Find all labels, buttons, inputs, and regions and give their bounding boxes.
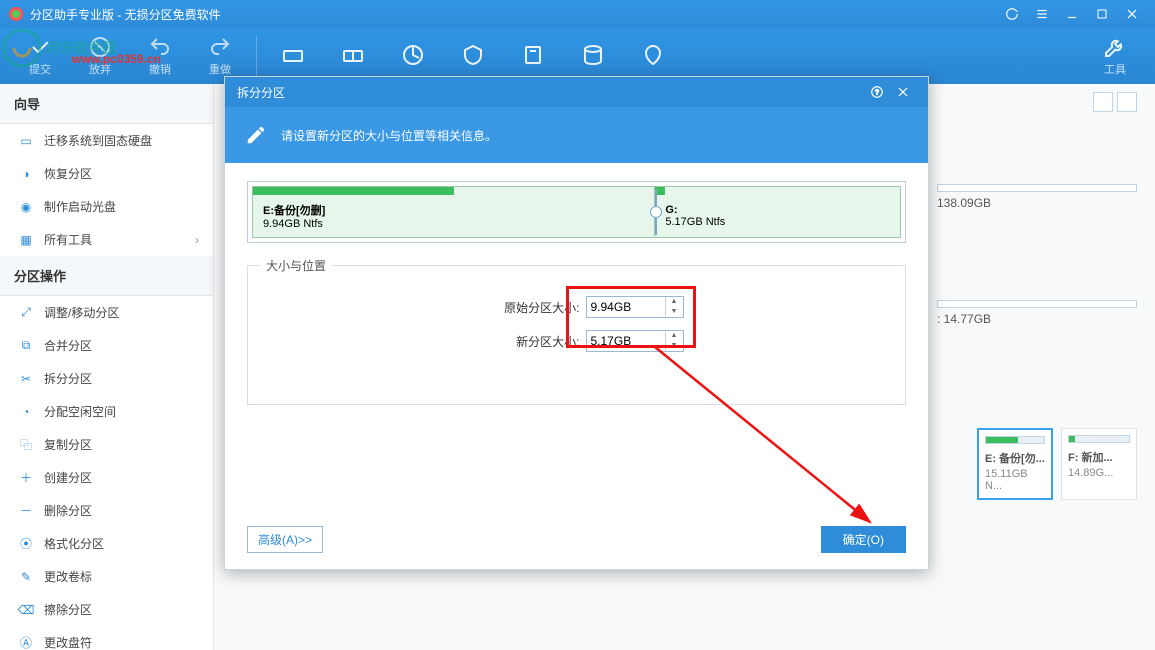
size-position-fieldset: 大小与位置 原始分区大小: ▲▼ 新分区大小: ▲▼	[247, 265, 906, 405]
new-size-input[interactable]: ▲▼	[586, 330, 684, 352]
chevron-right-icon: ›	[195, 233, 199, 247]
dialog-title: 拆分分区	[237, 84, 285, 101]
disc-icon: ◉	[18, 199, 34, 215]
svg-text:?: ?	[875, 89, 879, 96]
tool-3[interactable]	[385, 43, 441, 69]
close-icon[interactable]	[1117, 4, 1147, 24]
allocate-icon: ◔	[18, 404, 34, 420]
spin-up-icon[interactable]: ▲	[666, 297, 683, 307]
dialog-hint: 请设置新分区的大小与位置等相关信息。	[225, 107, 928, 163]
copy-icon: ⿻	[18, 437, 34, 453]
tool-tools[interactable]: 工具	[1087, 35, 1143, 77]
sidebar-item-recover[interactable]: ◑恢复分区	[0, 157, 213, 190]
ssd-icon: ▭	[18, 133, 34, 149]
sidebar-item-migrate[interactable]: ▭迁移系统到固态硬盘	[0, 124, 213, 157]
fieldset-legend: 大小与位置	[260, 257, 332, 274]
app-title: 分区助手专业版 - 无损分区免费软件	[30, 6, 997, 23]
merge-icon: ⧉	[18, 338, 34, 354]
tool-4[interactable]	[445, 43, 501, 69]
sidebar-item-merge[interactable]: ⧉合并分区	[0, 329, 213, 362]
preview-segment-original: E:备份[勿删] 9.94GB Ntfs	[252, 186, 654, 238]
help-icon[interactable]: ?	[864, 82, 890, 102]
original-size-input[interactable]: ▲▼	[586, 296, 684, 318]
sidebar-item-allocate[interactable]: ◔分配空闲空间	[0, 395, 213, 428]
spin-down-icon[interactable]: ▼	[666, 341, 683, 351]
view-grid-icon[interactable]	[1117, 92, 1137, 112]
ok-button[interactable]: 确定(O)	[821, 526, 906, 553]
menu-icon[interactable]	[1027, 4, 1057, 24]
delete-icon: －	[18, 503, 34, 519]
sidebar-item-bootdisc[interactable]: ◉制作启动光盘	[0, 190, 213, 223]
label-original-size: 原始分区大小:	[470, 299, 580, 316]
refresh-icon[interactable]	[997, 4, 1027, 24]
sidebar-item-delete[interactable]: －删除分区	[0, 494, 213, 527]
partition-preview-strip: E: 备份[勿... 15.11GB N... F: 新加... 14.89G.…	[977, 428, 1137, 500]
sidebar-item-create[interactable]: ＋创建分区	[0, 461, 213, 494]
tool-2[interactable]	[325, 43, 381, 69]
new-size-field[interactable]	[587, 334, 665, 348]
sidebar-item-alltools[interactable]: ▦所有工具›	[0, 223, 213, 256]
spin-up-icon[interactable]: ▲	[666, 331, 683, 341]
tool-1[interactable]	[265, 43, 321, 69]
tool-redo[interactable]: 重做	[192, 35, 248, 77]
preview-card-f[interactable]: F: 新加... 14.89G...	[1061, 428, 1137, 500]
original-size-field[interactable]	[587, 300, 665, 314]
dialog-titlebar: 拆分分区 ?	[225, 77, 928, 107]
sidebar-group-ops: 分区操作	[0, 256, 213, 296]
sidebar: 向导 ▭迁移系统到固态硬盘 ◑恢复分区 ◉制作启动光盘 ▦所有工具› 分区操作 …	[0, 84, 214, 650]
letter-icon: Ⓐ	[18, 635, 34, 650]
wipe-icon: ⌫	[18, 602, 34, 618]
tool-6[interactable]	[565, 43, 621, 69]
split-partition-dialog: 拆分分区 ? 请设置新分区的大小与位置等相关信息。 E:备份[勿删] 9.94G…	[224, 76, 929, 570]
disk-info: 138.09GB : 14.77GB	[937, 184, 1137, 326]
grid-icon: ▦	[18, 232, 34, 248]
sidebar-item-letter[interactable]: Ⓐ更改盘符	[0, 626, 213, 650]
pencil-icon	[245, 124, 267, 146]
sidebar-item-split[interactable]: ✂拆分分区	[0, 362, 213, 395]
sidebar-item-wipe[interactable]: ⌫擦除分区	[0, 593, 213, 626]
sidebar-item-label[interactable]: ✎更改卷标	[0, 560, 213, 593]
preview-card-e[interactable]: E: 备份[勿... 15.11GB N...	[977, 428, 1053, 500]
label-new-size: 新分区大小:	[470, 333, 580, 350]
watermark-url: www.pc0359.cn	[72, 52, 161, 66]
sidebar-item-copy[interactable]: ⿻复制分区	[0, 428, 213, 461]
minimize-icon[interactable]	[1057, 4, 1087, 24]
sidebar-item-resize[interactable]: ⤢调整/移动分区	[0, 296, 213, 329]
format-icon: ⦿	[18, 536, 34, 552]
label-icon: ✎	[18, 569, 34, 585]
preview-segment-new: G: 5.17GB Ntfs	[654, 186, 901, 238]
split-icon: ✂	[18, 371, 34, 387]
tool-5[interactable]	[505, 43, 561, 69]
sidebar-item-format[interactable]: ⦿格式化分区	[0, 527, 213, 560]
tool-7[interactable]	[625, 43, 681, 69]
split-handle[interactable]	[655, 189, 657, 235]
create-icon: ＋	[18, 470, 34, 486]
app-icon	[8, 6, 24, 22]
sidebar-group-wizard: 向导	[0, 84, 213, 124]
resize-icon: ⤢	[18, 305, 34, 321]
spin-down-icon[interactable]: ▼	[666, 307, 683, 317]
partition-preview[interactable]: E:备份[勿删] 9.94GB Ntfs G: 5.17GB Ntfs	[247, 181, 906, 243]
advanced-button[interactable]: 高级(A)>>	[247, 526, 323, 553]
recover-icon: ◑	[18, 166, 34, 182]
view-list-icon[interactable]	[1093, 92, 1113, 112]
titlebar: 分区助手专业版 - 无损分区免费软件	[0, 0, 1155, 28]
dialog-close-icon[interactable]	[890, 82, 916, 102]
maximize-icon[interactable]	[1087, 4, 1117, 24]
